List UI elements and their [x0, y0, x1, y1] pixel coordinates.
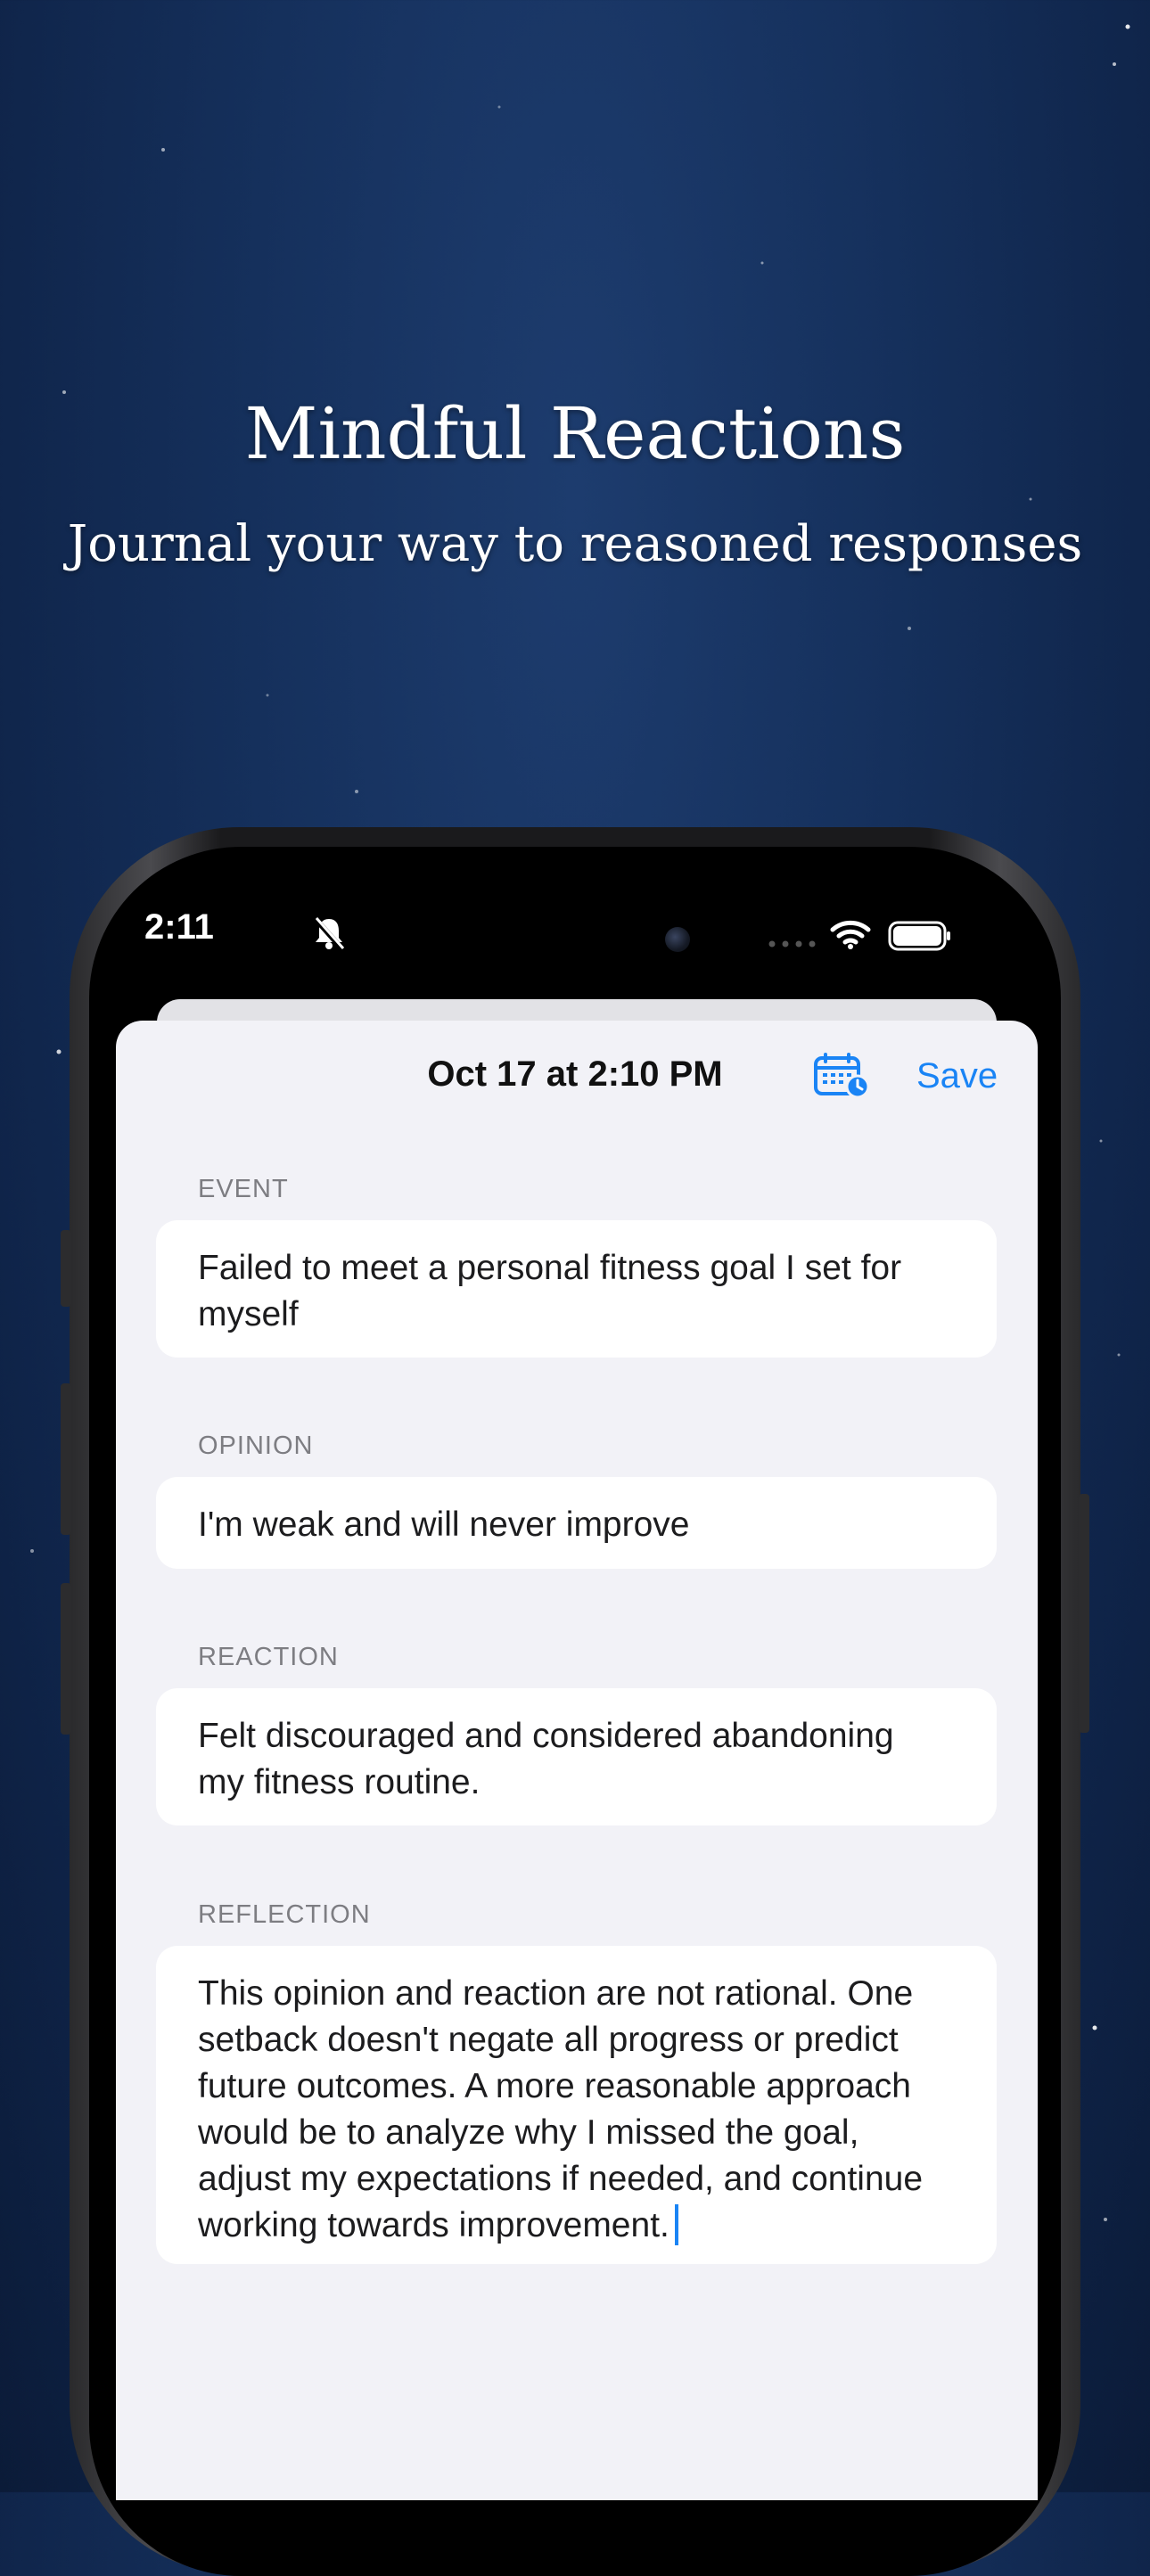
status-time: 2:11 — [144, 907, 214, 947]
event-text-line: myself — [198, 1295, 299, 1333]
signal-icon — [768, 940, 816, 948]
save-button[interactable]: Save — [916, 1056, 998, 1096]
camera-icon — [665, 927, 690, 952]
reflection-text-line: setback doesn't negate all progress or p… — [198, 2021, 899, 2059]
event-label: EVENT — [198, 1175, 289, 1203]
reflection-label: REFLECTION — [198, 1900, 371, 1929]
reflection-text-line: This opinion and reaction are not ration… — [198, 1974, 914, 2013]
event-text-line: Failed to meet a personal fitness goal I… — [198, 1249, 902, 1287]
power-button — [1079, 1494, 1089, 1733]
opinion-label: OPINION — [198, 1432, 314, 1460]
event-field[interactable]: Failed to meet a personal fitness goal I… — [156, 1220, 997, 1358]
action-button — [61, 1230, 71, 1307]
reflection-text-line-last: working towards improvement. — [198, 2203, 956, 2249]
volume-up-button — [61, 1383, 71, 1535]
text-cursor — [674, 2204, 678, 2245]
reaction-text-line: my fitness routine. — [198, 1763, 481, 1801]
volume-down-button — [61, 1583, 71, 1735]
wifi-icon — [830, 920, 871, 949]
opinion-text-line: I'm weak and will never improve — [198, 1505, 690, 1544]
hero-subtitle: Journal your way to reasoned responses — [67, 515, 1083, 573]
opinion-field[interactable]: I'm weak and will never improve — [156, 1477, 997, 1569]
reflection-text-line: would be to analyze why I missed the goa… — [198, 2113, 859, 2152]
reflection-text-line: working towards improvement. — [198, 2206, 669, 2244]
bell-slash-icon — [313, 917, 345, 951]
hero-title: Mindful Reactions — [244, 392, 906, 475]
reflection-text-line: adjust my expectations if needed, and co… — [198, 2160, 924, 2198]
reaction-text-line: Felt discouraged and considered abandoni… — [198, 1717, 894, 1755]
reaction-field[interactable]: Felt discouraged and considered abandoni… — [156, 1688, 997, 1825]
reaction-label: REACTION — [198, 1643, 339, 1671]
reflection-field[interactable]: This opinion and reaction are not ration… — [156, 1946, 997, 2264]
battery-icon — [888, 921, 950, 951]
calendar-clock-icon[interactable] — [813, 1053, 870, 1099]
reflection-text-line: future outcomes. A more reasonable appro… — [198, 2067, 911, 2105]
